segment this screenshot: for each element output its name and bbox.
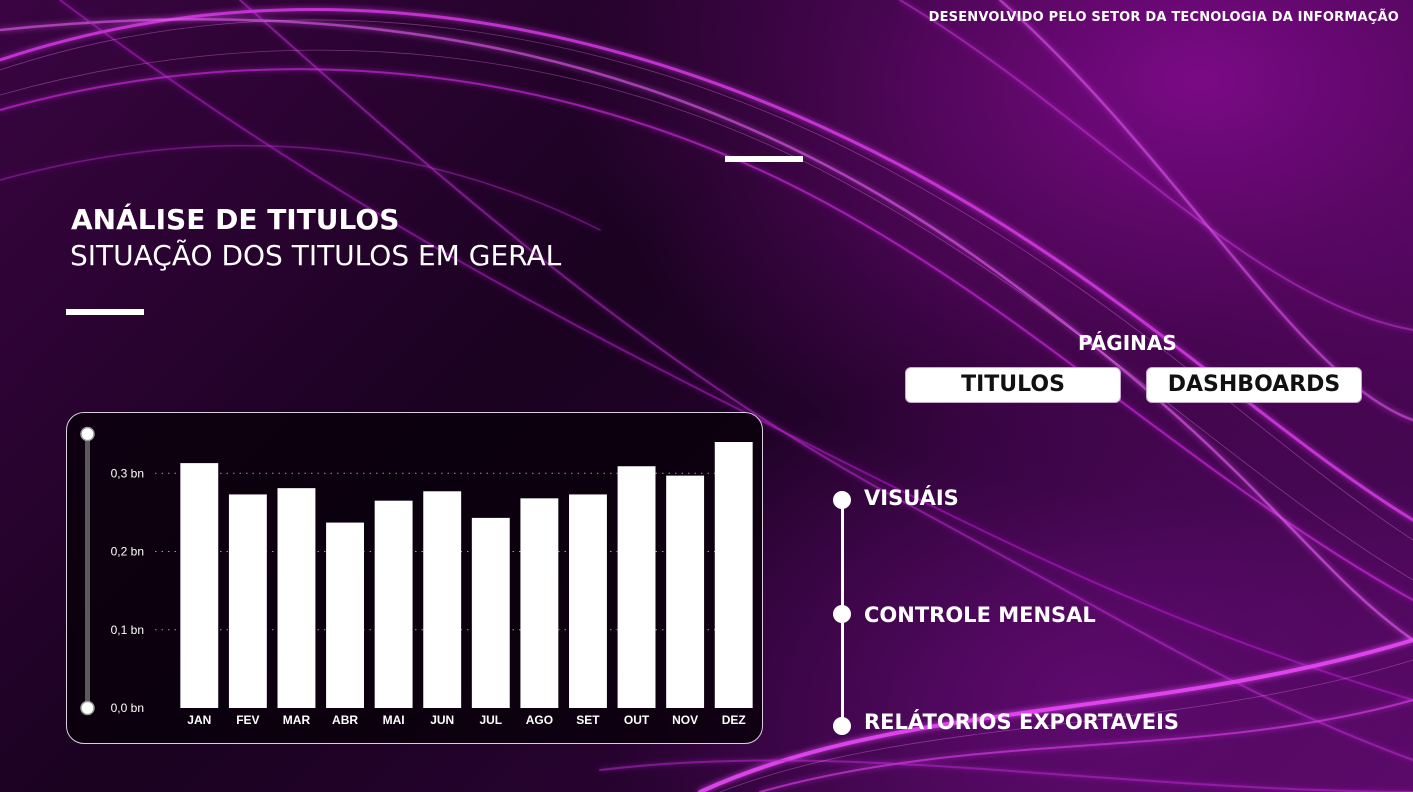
developer-credit: DESENVOLVIDO PELO SETOR DA TECNOLOGIA DA… [928, 10, 1399, 25]
nav-dot-relatorios [833, 717, 851, 735]
page-subtitle: SITUAÇÃO DOS TITULOS EM GERAL [70, 239, 562, 272]
x-tick-label: MAR [283, 713, 311, 727]
bar-jul[interactable] [471, 517, 510, 708]
bar-mar[interactable] [277, 488, 316, 708]
accent-bar-left [66, 309, 144, 315]
nav-item-controle-mensal[interactable]: CONTROLE MENSAL [864, 603, 1096, 627]
page-title: ANÁLISE DE TITULOS [71, 203, 400, 236]
y-range-slider-track[interactable] [85, 434, 90, 709]
x-tick-label: MAI [383, 713, 405, 727]
bar-out[interactable] [617, 466, 656, 708]
y-range-slider-handle-bottom[interactable] [80, 700, 95, 716]
bar-jun[interactable] [423, 491, 462, 708]
x-tick-label: JUL [479, 713, 502, 727]
x-tick-label: ABR [332, 713, 358, 727]
x-tick-label: AGO [526, 713, 553, 727]
x-tick-label: SET [576, 713, 600, 727]
nav-dot-visuais [833, 491, 851, 509]
x-tick-label: JAN [187, 713, 211, 727]
bar-fev[interactable] [228, 494, 267, 708]
y-range-slider-handle-top[interactable] [80, 426, 95, 442]
titulos-page-button[interactable]: TITULOS [905, 367, 1121, 403]
monthly-titles-chart-card: 0,0 bn 0,1 bn 0,2 bn 0,3 bn JAN FEV MAR ABR MAI J… [66, 412, 763, 744]
bar-abr[interactable] [326, 522, 364, 708]
y-tick-label: 0,1 bn [111, 623, 144, 637]
x-tick-label: FEV [236, 713, 259, 727]
nav-item-relatorios-exportaveis[interactable]: RELÁTORIOS EXPORTAVEIS [864, 710, 1179, 734]
x-tick-label: NOV [672, 713, 698, 727]
bar-set[interactable] [569, 494, 607, 708]
nav-dot-controle-mensal [833, 605, 851, 623]
bar-nov[interactable] [666, 475, 705, 708]
bar-jan[interactable] [180, 463, 219, 708]
x-tick-label: JUN [430, 713, 454, 727]
y-tick-label: 0,2 bn [111, 545, 144, 559]
y-tick-label: 0,3 bn [111, 466, 144, 480]
pages-heading: PÁGINAS [1078, 331, 1177, 355]
nav-item-visuais[interactable]: VISUÁIS [864, 486, 959, 510]
monthly-titles-bar-chart: 0,0 bn 0,1 bn 0,2 bn 0,3 bn JAN FEV MAR ABR MAI J… [80, 426, 753, 727]
dashboards-page-button[interactable]: DASHBOARDS [1146, 367, 1362, 403]
accent-bar-top [725, 156, 803, 162]
bar-ago[interactable] [520, 498, 559, 708]
bar-mai[interactable] [374, 500, 413, 708]
x-tick-label: DEZ [722, 713, 746, 727]
bar-dez[interactable] [714, 442, 753, 708]
x-tick-label: OUT [624, 713, 650, 727]
y-tick-label: 0,0 bn [111, 701, 144, 715]
